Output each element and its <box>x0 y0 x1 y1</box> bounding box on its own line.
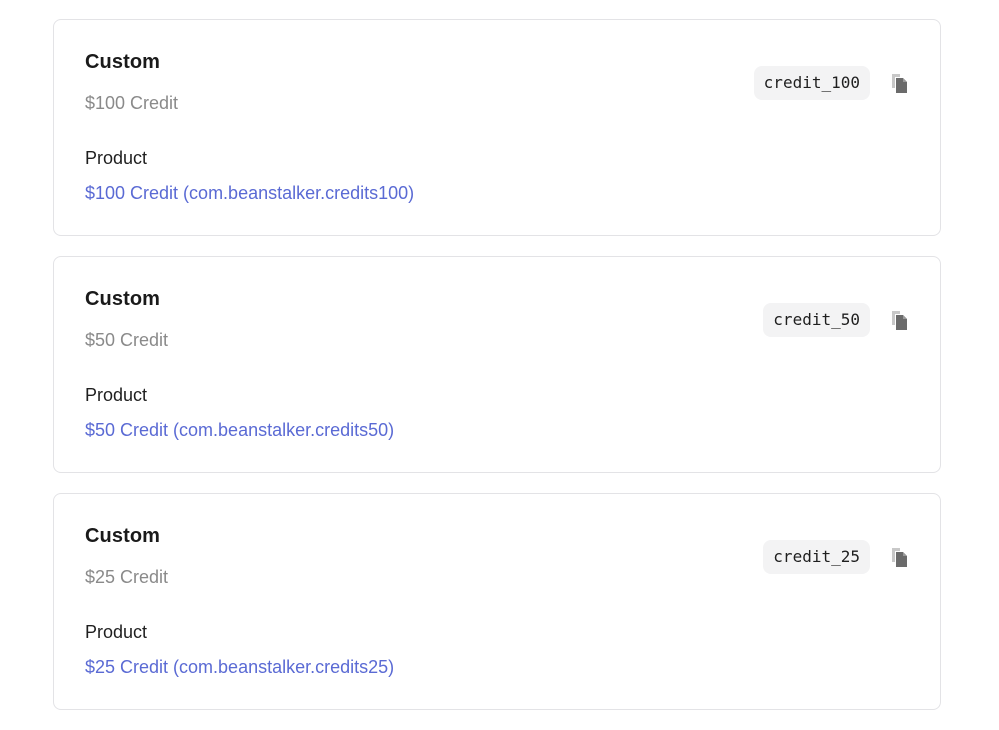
copy-icon <box>892 311 907 330</box>
card-subtitle: $100 Credit <box>85 93 179 113</box>
copy-button[interactable] <box>888 309 912 333</box>
card-subtitle: $50 Credit <box>85 330 169 350</box>
copy-icon <box>892 548 907 567</box>
product-link[interactable]: $25 Credit (com.beanstalker.credits25) <box>85 657 394 678</box>
card-type: Custom <box>85 525 161 547</box>
product-card: Custom $100 Credit Product $100 Credit (… <box>53 19 941 236</box>
product-link[interactable]: $50 Credit (com.beanstalker.credits50) <box>85 420 394 441</box>
card-subtitle: $25 Credit <box>85 567 169 587</box>
product-card: Custom $50 Credit Product $50 Credit (co… <box>53 256 941 473</box>
copy-button[interactable] <box>888 546 912 570</box>
copy-button[interactable] <box>888 72 912 96</box>
code-chip: credit_50 <box>763 303 870 337</box>
product-label: Product <box>85 148 148 168</box>
code-chip: credit_100 <box>753 66 870 100</box>
product-list: Custom $100 Credit Product $100 Credit (… <box>53 19 941 730</box>
product-card: Custom $25 Credit Product $25 Credit (co… <box>53 493 941 710</box>
card-type: Custom <box>85 288 161 310</box>
product-label: Product <box>85 622 148 642</box>
product-link[interactable]: $100 Credit (com.beanstalker.credits100) <box>85 183 414 204</box>
product-label: Product <box>85 385 148 405</box>
card-type: Custom <box>85 51 161 73</box>
copy-icon <box>892 74 907 93</box>
code-chip: credit_25 <box>763 540 870 574</box>
